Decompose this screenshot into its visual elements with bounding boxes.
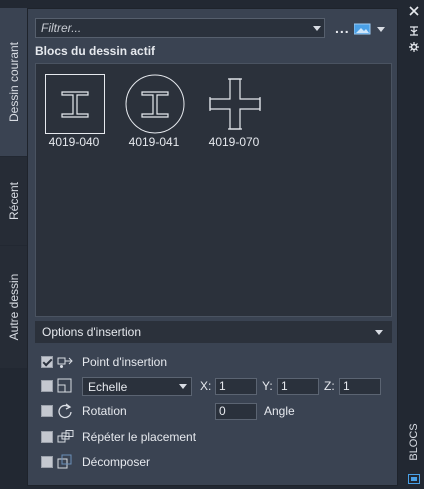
explode-label: Décomposer xyxy=(82,455,151,469)
insertion-point-icon xyxy=(57,357,73,368)
gear-icon[interactable] xyxy=(409,42,419,52)
scale-mode-select[interactable]: Echelle xyxy=(82,377,192,396)
scale-mode-value: Echelle xyxy=(88,380,128,394)
tab-label: Autre dessin xyxy=(6,273,21,341)
rotation-icon xyxy=(58,403,72,419)
chevron-down-icon xyxy=(179,384,187,389)
repeat-placement-checkbox[interactable] xyxy=(41,431,53,443)
scale-y-label: Y: xyxy=(262,379,273,393)
thumbnail-view-icon xyxy=(353,23,385,35)
scale-y-input[interactable]: 1 xyxy=(277,378,319,395)
rotation-checkbox[interactable] xyxy=(41,405,53,417)
auto-hide-icon[interactable] xyxy=(409,26,419,36)
rotation-label: Rotation xyxy=(82,404,127,418)
insertion-options-title: Options d'insertion xyxy=(42,325,142,339)
palette-title-bar[interactable]: BLOCS xyxy=(404,0,424,489)
scale-x-input[interactable]: 1 xyxy=(215,378,257,395)
explode-checkbox[interactable] xyxy=(41,456,53,468)
repeat-placement-label: Répéter le placement xyxy=(82,430,197,444)
tab-label: Récent xyxy=(6,181,21,221)
palette-icon xyxy=(408,474,420,484)
i-beam-block-icon xyxy=(45,74,105,134)
cross-block-icon xyxy=(209,78,261,130)
tab-label: Dessin courant xyxy=(6,41,21,123)
block-name: 4019-040 xyxy=(48,135,100,149)
scale-z-input[interactable]: 1 xyxy=(339,378,381,395)
close-icon[interactable] xyxy=(409,6,419,16)
block-tile-4019-041[interactable] xyxy=(125,74,185,134)
insertion-point-checkbox[interactable] xyxy=(41,356,53,368)
block-name: 4019-070 xyxy=(208,135,260,149)
tab-recent[interactable]: Récent xyxy=(0,157,28,245)
scale-x-label: X: xyxy=(200,379,212,393)
block-tile-4019-040[interactable] xyxy=(45,74,105,134)
block-tile-4019-070[interactable] xyxy=(205,74,265,134)
scale-checkbox[interactable] xyxy=(41,380,53,392)
insertion-point-label: Point d'insertion xyxy=(82,355,168,369)
palette-name: BLOCS xyxy=(408,423,420,461)
rotation-input[interactable]: 0 xyxy=(215,403,257,420)
blocks-palette: Dessin courant Récent Autre dessin ... B… xyxy=(0,0,424,489)
filter-input[interactable] xyxy=(36,19,311,37)
explode-icon xyxy=(57,454,72,469)
block-name: 4019-041 xyxy=(128,135,180,149)
angle-label: Angle xyxy=(264,404,295,418)
scale-z-label: Z: xyxy=(324,379,335,393)
block-gallery xyxy=(35,63,392,317)
repeat-placement-icon xyxy=(57,430,74,443)
view-options-button[interactable] xyxy=(353,22,386,36)
chevron-down-icon[interactable] xyxy=(375,330,383,335)
tab-current-drawing[interactable]: Dessin courant xyxy=(0,8,27,156)
scale-icon xyxy=(57,378,72,393)
i-beam-circle-block-icon xyxy=(125,74,185,134)
chevron-down-icon[interactable] xyxy=(313,26,321,31)
section-title: Blocs du dessin actif xyxy=(35,44,156,58)
insertion-options-header[interactable]: Options d'insertion xyxy=(35,321,392,343)
browse-button[interactable]: ... xyxy=(335,20,350,36)
tab-other-drawing[interactable]: Autre dessin xyxy=(0,246,28,368)
filter-combobox[interactable] xyxy=(35,18,325,38)
